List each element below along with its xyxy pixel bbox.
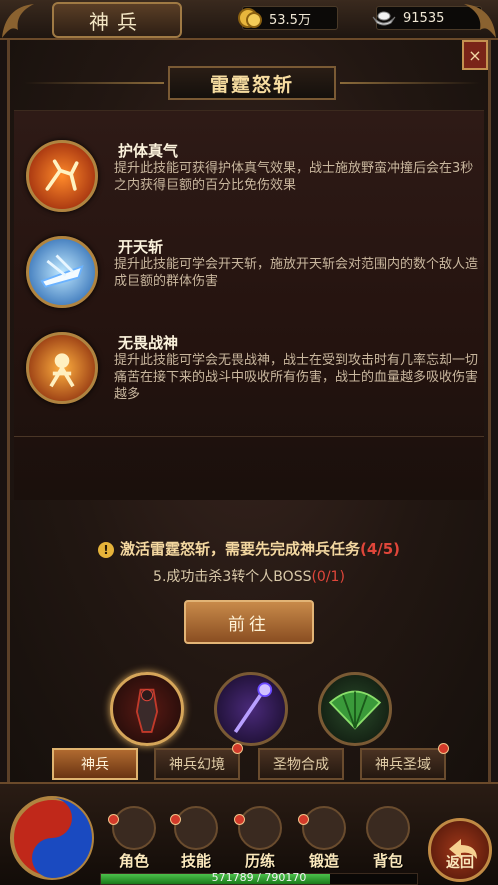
back-button[interactable] <box>428 818 492 882</box>
yin-yang-icon[interactable] <box>4 790 100 885</box>
armor-icon <box>112 806 156 850</box>
notice-progress: (4/5) <box>359 540 401 558</box>
gold-amount: 53.5万 <box>269 12 311 28</box>
title-line-left <box>24 82 164 84</box>
sub-tabs: 神兵 神兵幻境 圣物合成 神兵圣域 <box>52 743 452 782</box>
helmet-icon <box>238 806 282 850</box>
tab-weapon-sanctum[interactable]: 神兵圣域 <box>360 743 449 780</box>
notification-dot <box>234 814 245 825</box>
bag-icon <box>366 806 410 850</box>
nav-label: 技能 <box>180 852 211 870</box>
notification-dot <box>170 814 181 825</box>
close-button[interactable]: × <box>462 40 488 70</box>
skill-group-header: 雷霆怒斩 <box>168 66 336 100</box>
page-title-tab: 神兵 <box>52 2 182 38</box>
tab-label: 圣物合成 <box>273 757 329 773</box>
skill-row: 开天斩 提升此技能可学会开天斩，施放开天斩会对范围内的数个敌人造成巨额的群体伤害 <box>26 236 478 318</box>
nav-label: 锻造 <box>308 852 339 870</box>
page-title: 神兵 <box>89 9 145 34</box>
notification-dot <box>298 814 309 825</box>
task-requirement: 5.成功击杀3转个人BOSS(0/1) <box>0 566 498 586</box>
skill-group-title: 雷霆怒斩 <box>209 73 294 96</box>
tab-relic-synthesis[interactable]: 圣物合成 <box>258 748 344 780</box>
task-progress: (0/1) <box>311 569 345 585</box>
dragon-corner-right-icon <box>464 4 496 38</box>
divine-weapon-staff-slot[interactable] <box>214 672 288 746</box>
tab-label: 神兵圣域 <box>375 757 431 773</box>
skill-name: 无畏战神 <box>118 334 179 352</box>
divider <box>14 436 484 437</box>
tab-weapon-illusion[interactable]: 神兵幻境 <box>154 743 243 780</box>
ingot-amount: 91535 <box>403 10 445 26</box>
skill-row: 无畏战神 提升此技能可学会无畏战神，战士在受到攻击时有几率忘却一切痛苦在接下来的… <box>26 332 478 414</box>
nav-backpack[interactable]: 背包 <box>358 806 418 876</box>
skill-icon <box>174 806 218 850</box>
top-bar: 神兵 53.5万 91535 <box>0 0 498 40</box>
activation-notice: ! 激活雷霆怒斩，需要先完成神兵任务(4/5) <box>0 538 498 559</box>
exp-text: 571789 / 790170 <box>211 871 307 884</box>
skill-description: 提升此技能可学会开天斩，施放开天斩会对范围内的数个敌人造成巨额的群体伤害 <box>114 257 479 289</box>
divine-weapon-fan-slot[interactable] <box>318 672 392 746</box>
nav-label: 背包 <box>372 852 403 870</box>
skill-name: 开天斩 <box>118 238 164 256</box>
nav-skills[interactable]: 技能 <box>166 806 226 876</box>
exp-bar: 571789 / 790170 <box>100 871 418 885</box>
gold-currency: 53.5万 <box>238 6 338 30</box>
go-button[interactable]: 前往 <box>184 600 314 644</box>
notification-dot <box>108 814 119 825</box>
title-line-right <box>340 82 480 84</box>
nav-forge[interactable]: 锻造 <box>294 806 354 876</box>
tab-label: 神兵幻境 <box>169 757 225 773</box>
tab-divine-weapon[interactable]: 神兵 <box>52 748 138 780</box>
divine-weapon-armor-slot[interactable] <box>110 672 184 746</box>
tab-label: 神兵 <box>81 757 109 773</box>
task-text: 5.成功击杀3转个人BOSS <box>153 569 312 585</box>
fire-warrior-icon[interactable] <box>26 332 98 404</box>
notice-text: 激活雷霆怒斩，需要先完成神兵任务 <box>119 540 360 558</box>
nav-label: 角色 <box>118 852 149 870</box>
notification-dot <box>438 743 449 754</box>
skill-description: 提升此技能可学会无畏战神，战士在受到攻击时有几率忘却一切痛苦在接下来的战斗中吸收… <box>114 353 479 402</box>
skill-description: 提升此技能可获得护体真气效果，战士施放野蛮冲撞后会在3秒之内获得巨额的百分比免伤… <box>114 161 474 193</box>
nav-label: 历练 <box>244 852 275 870</box>
skill-name: 护体真气 <box>118 142 179 160</box>
warning-icon: ! <box>97 541 114 558</box>
running-flame-icon[interactable] <box>26 140 98 212</box>
anvil-icon <box>302 806 346 850</box>
dragon-corner-left-icon <box>2 4 34 38</box>
sword-slash-icon[interactable] <box>26 236 98 308</box>
nav-character[interactable]: 角色 <box>104 806 164 876</box>
back-label: 返回 <box>446 855 474 871</box>
silver-ingot-icon <box>372 11 396 26</box>
notification-dot <box>232 743 243 754</box>
gold-coin-icon <box>238 8 262 28</box>
nav-training[interactable]: 历练 <box>230 806 290 876</box>
close-icon: × <box>468 45 482 65</box>
skill-row: 护体真气 提升此技能可获得护体真气效果，战士施放野蛮冲撞后会在3秒之内获得巨额的… <box>26 140 476 222</box>
